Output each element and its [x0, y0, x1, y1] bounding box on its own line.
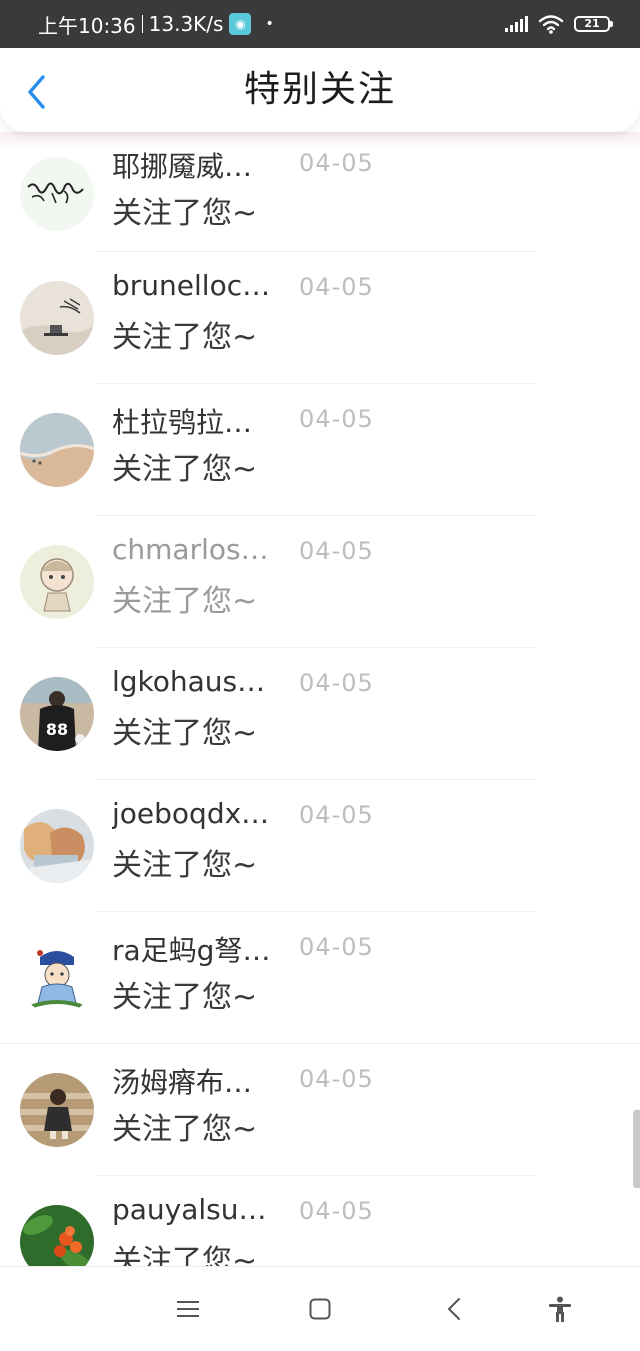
list-item[interactable]: chmarlos… 04-05 关注了您~ — [0, 516, 640, 648]
user-name[interactable]: brunelloc… — [112, 269, 284, 302]
user-name[interactable]: chmarlos… — [112, 533, 284, 566]
notification-date: 04-05 — [299, 933, 374, 961]
flower-avatar[interactable] — [20, 1205, 94, 1266]
navigation-bar — [0, 1266, 640, 1351]
status-divider — [141, 15, 143, 33]
calligraphy-avatar[interactable] — [20, 157, 94, 231]
back-icon — [448, 1298, 460, 1320]
status-time: 上午10:36 — [38, 13, 136, 38]
beach-avatar[interactable] — [20, 413, 94, 487]
page-title: 特别关注 — [243, 69, 396, 110]
list-item[interactable]: 88 lgkohaus… 04-05 关注了您~ — [0, 648, 640, 780]
notification-date: 04-05 — [299, 149, 374, 177]
list-item[interactable]: ra足蚂g弩… 04-05 关注了您~ — [0, 912, 640, 1044]
notification-message: 关注了您~ — [112, 1244, 258, 1266]
list-item[interactable]: joeboqdx… 04-05 关注了您~ — [0, 780, 640, 912]
notification-message: 关注了您~ — [112, 452, 258, 487]
user-name[interactable]: joeboqdx… — [112, 797, 284, 830]
list-item[interactable]: 汤姆瘠布… 04-05 关注了您~ — [0, 1044, 640, 1176]
list-item[interactable]: brunelloc… 04-05 关注了您~ — [0, 252, 640, 384]
couple-avatar[interactable] — [20, 809, 94, 883]
cartoon-boy-avatar[interactable] — [20, 941, 94, 1015]
notification-list[interactable]: 耶挪魇威… 04-05 关注了您~ brunelloc… 04-05 关注了您~ — [0, 120, 640, 1266]
user-name[interactable]: pauyalsu… — [112, 1193, 284, 1226]
notification-date: 04-05 — [299, 537, 374, 565]
list-item[interactable]: pauyalsu… 04-05 关注了您~ — [0, 1176, 640, 1266]
user-name[interactable]: ra足蚂g弩… — [112, 929, 284, 969]
header: 特别关注 — [0, 48, 640, 132]
notification-date: 04-05 — [299, 669, 374, 697]
notification-date: 04-05 — [299, 405, 374, 433]
user-name[interactable]: lgkohaus… — [112, 665, 284, 698]
screen: 上午10:36 13.3K/s ◉ • 21 特别关注 耶挪魇威… 04-05 … — [0, 0, 640, 1351]
menu-button[interactable] — [166, 1287, 210, 1331]
notification-message: 关注了您~ — [112, 584, 258, 619]
notification-message: 关注了您~ — [112, 848, 258, 883]
notification-message: 关注了您~ — [112, 1112, 258, 1147]
notification-message: 关注了您~ — [112, 980, 258, 1015]
nav-back-button[interactable] — [432, 1287, 476, 1331]
scrollbar[interactable] — [633, 1110, 640, 1188]
more-notifications-dot: • — [265, 16, 274, 32]
app-notification-icon: ◉ — [229, 13, 252, 35]
battery-icon: 21 — [574, 16, 613, 32]
home-icon — [309, 1298, 331, 1320]
jersey-88-avatar[interactable]: 88 — [20, 677, 94, 751]
stairs-girl-avatar[interactable] — [20, 1073, 94, 1147]
accessibility-button[interactable] — [538, 1287, 582, 1331]
ink-painting-avatar[interactable] — [20, 281, 94, 355]
home-button[interactable] — [298, 1287, 342, 1331]
user-name[interactable]: 汤姆瘠布… — [112, 1061, 284, 1101]
list-item[interactable]: 杜拉鸮拉… 04-05 关注了您~ — [0, 384, 640, 516]
user-name[interactable]: 耶挪魇威… — [112, 145, 284, 185]
notification-message: 关注了您~ — [112, 716, 258, 751]
notification-date: 04-05 — [299, 273, 374, 301]
accessibility-icon — [549, 1296, 571, 1322]
status-net-speed: 13.3K/s — [148, 12, 224, 36]
notification-message: 关注了您~ — [112, 320, 258, 355]
user-name[interactable]: 杜拉鸮拉… — [112, 401, 284, 441]
menu-icon — [177, 1301, 199, 1317]
signal-icon — [505, 16, 528, 32]
notification-message: 关注了您~ — [112, 196, 258, 231]
notification-date: 04-05 — [299, 1065, 374, 1093]
wifi-icon — [538, 15, 564, 34]
svg-text:88: 88 — [46, 720, 68, 739]
cartoon-girl-avatar[interactable] — [20, 545, 94, 619]
notification-date: 04-05 — [299, 801, 374, 829]
notification-date: 04-05 — [299, 1197, 374, 1225]
